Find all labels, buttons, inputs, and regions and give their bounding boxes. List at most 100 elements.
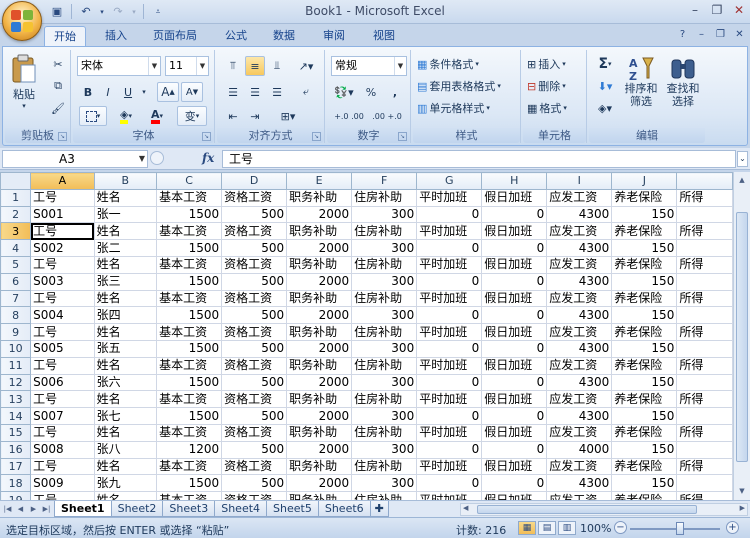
cell[interactable]: 工号 <box>30 222 95 241</box>
cell[interactable]: 0 <box>416 474 483 493</box>
last-sheet-icon[interactable]: ▶| <box>41 503 52 515</box>
cell[interactable]: 所得 <box>676 356 733 375</box>
format-cells-button[interactable]: ▦ 格式 ▾ <box>527 98 585 118</box>
row-header[interactable]: 10 <box>0 339 32 358</box>
cell[interactable]: 住房补助 <box>351 491 418 500</box>
fill-icon[interactable]: ⬇▾ <box>593 76 617 96</box>
cell[interactable]: 300 <box>351 239 418 257</box>
formula-input[interactable]: 工号 <box>222 150 736 168</box>
cell[interactable]: 姓名 <box>93 423 158 442</box>
conditional-formatting-button[interactable]: ▦ 条件格式 ▾ <box>417 54 517 74</box>
prev-sheet-icon[interactable]: ◀ <box>15 503 26 515</box>
column-header[interactable]: D <box>221 172 288 190</box>
cell[interactable]: 500 <box>221 239 288 257</box>
cell[interactable]: 姓名 <box>93 390 158 409</box>
cell[interactable]: 500 <box>221 306 288 325</box>
cell[interactable]: 假日加班 <box>481 222 548 241</box>
tab-review[interactable]: 审阅 <box>314 26 354 46</box>
cell[interactable]: 0 <box>481 239 548 257</box>
column-header[interactable] <box>676 172 733 190</box>
zoom-slider-knob[interactable] <box>676 522 684 535</box>
page-break-view-icon[interactable]: ▥ <box>558 521 576 535</box>
align-center-icon[interactable]: ☰ <box>245 82 265 102</box>
minimize-button[interactable]: – <box>684 0 706 20</box>
insert-sheet-icon[interactable]: ✚ <box>369 501 389 517</box>
cell[interactable]: 4300 <box>546 373 613 392</box>
cell[interactable]: 500 <box>221 205 288 224</box>
cell[interactable]: 职务补助 <box>286 356 353 375</box>
cell[interactable]: 养老保险 <box>611 222 678 241</box>
paste-button[interactable]: 粘贴 ▾ <box>11 54 37 110</box>
cell[interactable]: 基本工资 <box>156 390 223 409</box>
italic-button[interactable]: I <box>99 82 117 102</box>
cell[interactable]: 4300 <box>546 205 613 224</box>
insert-function-button[interactable]: fx <box>202 151 214 165</box>
cell[interactable]: 平时加班 <box>416 222 483 241</box>
cell[interactable]: 姓名 <box>93 222 158 241</box>
clipboard-launcher-icon[interactable]: ↘ <box>58 132 67 141</box>
cell[interactable]: 300 <box>351 474 418 493</box>
cut-icon[interactable]: ✂ <box>49 54 67 74</box>
cell[interactable]: 2000 <box>286 440 353 459</box>
scroll-left-icon[interactable]: ◀ <box>463 504 468 512</box>
find-select-button[interactable]: 查找和 选择 <box>663 54 703 108</box>
cell[interactable]: 养老保险 <box>611 390 678 409</box>
cell[interactable]: 住房补助 <box>351 390 418 409</box>
cell[interactable]: 1500 <box>156 373 223 392</box>
cell[interactable] <box>676 306 733 325</box>
name-box-dropdown-icon[interactable]: ▼ <box>139 151 145 167</box>
cell[interactable]: 姓名 <box>93 255 158 274</box>
row-header[interactable]: 5 <box>0 255 32 274</box>
cell[interactable]: 工号 <box>30 390 95 409</box>
tab-home[interactable]: 开始 <box>44 26 86 47</box>
cell[interactable]: 资格工资 <box>221 491 288 500</box>
cell[interactable]: 2000 <box>286 339 353 358</box>
first-sheet-icon[interactable]: |◀ <box>2 503 13 515</box>
cell[interactable]: 假日加班 <box>481 390 548 409</box>
horizontal-scroll-thumb[interactable] <box>477 505 697 514</box>
fill-color-button[interactable]: ◈ ▾ <box>111 106 141 126</box>
cell[interactable]: 养老保险 <box>611 289 678 308</box>
cell[interactable]: 4300 <box>546 272 613 291</box>
row-header[interactable]: 1 <box>0 188 32 207</box>
cell[interactable]: 资格工资 <box>221 356 288 375</box>
column-header[interactable]: F <box>351 172 418 190</box>
cell[interactable]: 养老保险 <box>611 356 678 375</box>
cell[interactable]: 0 <box>416 272 483 291</box>
cell[interactable]: 住房补助 <box>351 323 418 341</box>
wrap-text-icon[interactable]: ⤶ <box>293 82 319 102</box>
cell[interactable]: 0 <box>481 306 548 325</box>
cell[interactable] <box>676 205 733 224</box>
row-header[interactable]: 6 <box>0 272 32 291</box>
autosum-button[interactable]: Σ ▾ <box>593 54 617 74</box>
cell[interactable]: 养老保险 <box>611 491 678 500</box>
copy-icon[interactable]: ⧉ <box>49 76 67 96</box>
cell[interactable]: 0 <box>416 339 483 358</box>
cell[interactable]: 应发工资 <box>546 289 613 308</box>
cell[interactable]: 职务补助 <box>286 323 353 341</box>
column-header[interactable]: I <box>546 172 613 190</box>
align-middle-icon[interactable]: ≡ <box>245 56 265 76</box>
cell[interactable]: 工号 <box>30 289 95 308</box>
normal-view-icon[interactable]: ▦ <box>518 521 536 535</box>
cell[interactable]: 住房补助 <box>351 356 418 375</box>
cell[interactable]: 职务补助 <box>286 188 353 207</box>
cell[interactable]: 姓名 <box>93 323 158 341</box>
row-header[interactable]: 7 <box>0 289 32 308</box>
cell[interactable]: 基本工资 <box>156 423 223 442</box>
cell[interactable]: 平时加班 <box>416 289 483 308</box>
row-header[interactable]: 13 <box>0 390 32 409</box>
cell[interactable] <box>676 272 733 291</box>
office-button[interactable] <box>2 1 42 41</box>
cell[interactable]: 假日加班 <box>481 356 548 375</box>
cell[interactable]: 养老保险 <box>611 323 678 341</box>
cell[interactable]: 基本工资 <box>156 356 223 375</box>
cell[interactable]: 平时加班 <box>416 390 483 409</box>
increase-decimal-button[interactable]: +.0 .00 <box>331 106 367 126</box>
cell[interactable]: 应发工资 <box>546 188 613 207</box>
zoom-out-icon[interactable]: − <box>614 521 627 534</box>
cell[interactable]: 应发工资 <box>546 390 613 409</box>
cell[interactable]: S003 <box>30 272 95 291</box>
cell[interactable]: 基本工资 <box>156 188 223 207</box>
cell[interactable]: 养老保险 <box>611 423 678 442</box>
